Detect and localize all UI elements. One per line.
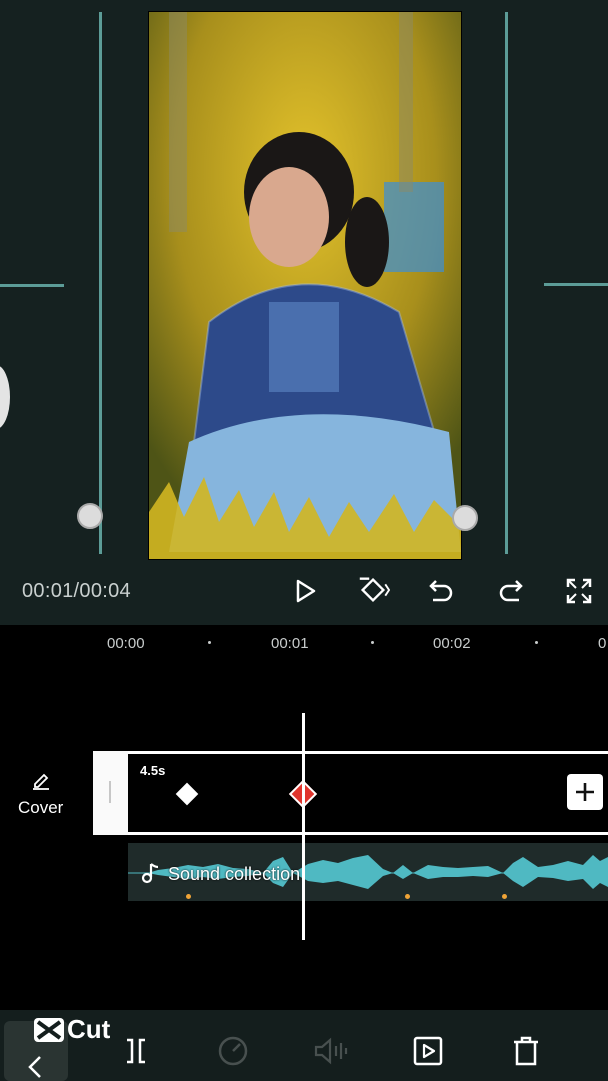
speed-icon: [218, 1036, 248, 1066]
timecode: 00:01/00:04: [22, 580, 131, 602]
music-note-icon: [141, 863, 159, 884]
crop-guide-horizontal-right: [544, 283, 608, 286]
beat-marker: [502, 894, 507, 899]
add-clip-button[interactable]: [567, 774, 603, 810]
fullscreen-button[interactable]: [562, 574, 596, 608]
audio-label: Sound collection: [168, 864, 301, 884]
capcut-logo-text: Cut: [67, 1014, 111, 1044]
back-icon: [28, 1056, 41, 1078]
capcut-logo: Cut: [32, 1014, 110, 1045]
time-ruler-label: 0: [598, 635, 607, 652]
animation-tool[interactable]: [410, 1033, 446, 1069]
redo-button[interactable]: [494, 574, 528, 608]
time-ruler-label: 00:02: [433, 635, 471, 652]
beat-marker: [186, 894, 191, 899]
time-ruler-dot: [208, 641, 211, 644]
volume-icon: [314, 1037, 348, 1065]
cover-label: Cover: [18, 798, 64, 817]
undo-icon: [429, 580, 453, 602]
keyframe-icon: [359, 577, 390, 603]
crop-handle-left[interactable]: [77, 503, 103, 529]
playhead[interactable]: [302, 713, 305, 940]
split-tool[interactable]: [118, 1033, 154, 1069]
undo-button[interactable]: [424, 574, 458, 608]
edit-icon: [33, 773, 49, 790]
clip-trim-handle[interactable]: [93, 751, 128, 835]
time-ruler-label: 00:01: [271, 635, 309, 652]
clip-duration: 4.5s: [140, 763, 166, 778]
play-icon: [296, 579, 316, 603]
redo-icon: [499, 580, 523, 602]
beat-marker: [405, 894, 410, 899]
split-icon: [127, 1038, 145, 1064]
trim-grip: [109, 781, 111, 803]
crop-guide-left: [99, 12, 102, 554]
time-ruler-dot: [535, 641, 538, 644]
keyframe-button[interactable]: [356, 573, 390, 607]
portrait-illustration: [149, 12, 461, 559]
cover-button[interactable]: Cover: [16, 770, 68, 820]
fullscreen-icon: [566, 578, 592, 604]
time-ruler-dot: [371, 641, 374, 644]
animation-icon: [413, 1036, 443, 1066]
clip-body[interactable]: [128, 754, 608, 832]
volume-tool: [313, 1033, 349, 1069]
delete-tool[interactable]: [508, 1033, 544, 1069]
crop-handle-right[interactable]: [452, 505, 478, 531]
preview-image: [148, 11, 462, 560]
play-button[interactable]: [288, 574, 322, 608]
time-ruler-label: 00:00: [107, 635, 145, 652]
delete-icon: [514, 1036, 538, 1066]
speed-tool: [215, 1033, 251, 1069]
crop-guide-right: [505, 12, 508, 554]
plus-icon: [576, 783, 594, 801]
capcut-logo-icon: [34, 1017, 64, 1042]
crop-guide-horizontal-left: [0, 284, 64, 287]
